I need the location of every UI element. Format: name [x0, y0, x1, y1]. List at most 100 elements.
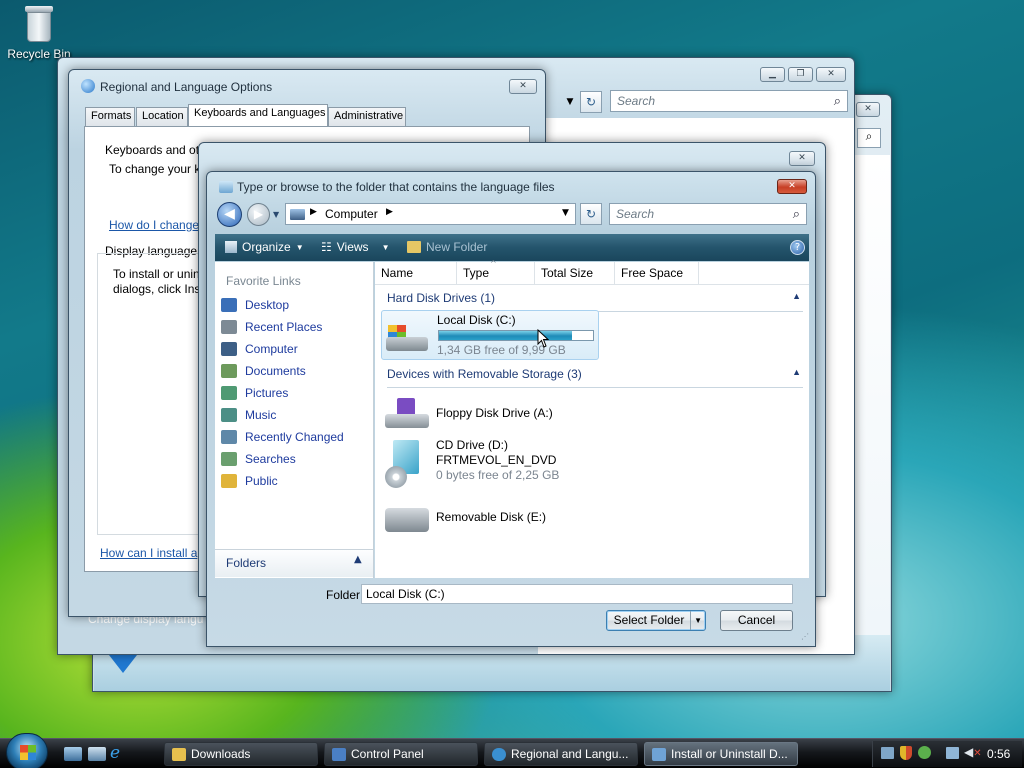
nav-item-music[interactable]: Music [221, 404, 371, 426]
command-bar: Organize ▼ ☷ Views ▼ New Folder ? [215, 234, 809, 261]
select-folder-button[interactable]: Select Folder ▼ [606, 610, 706, 631]
folders-toggle[interactable]: Folders ▲ [215, 549, 373, 577]
drive-local-disk-c[interactable]: Local Disk (C:) 1,34 GB free of 9,99 GB [381, 310, 599, 360]
search-placeholder: Search [616, 207, 655, 221]
globe-icon [492, 748, 506, 761]
show-desktop-icon[interactable] [64, 747, 82, 761]
cancel-button[interactable]: Cancel [720, 610, 793, 631]
nav-item-computer[interactable]: Computer [221, 338, 371, 360]
public-icon [221, 474, 237, 488]
search-input[interactable]: Search ⌕ [609, 203, 807, 225]
globe-icon [81, 79, 95, 93]
collapse-icon[interactable]: ▲ [792, 291, 801, 301]
tab-location[interactable]: Location [136, 107, 188, 126]
recent-pages-icon[interactable]: ▼ [273, 210, 279, 219]
tab-administrative[interactable]: Administrative [328, 107, 406, 126]
taskbar-button-control-panel[interactable]: Control Panel [324, 742, 478, 766]
new-folder-button[interactable]: New Folder [407, 240, 487, 254]
switch-windows-icon[interactable] [88, 747, 106, 761]
recycle-bin-shortcut[interactable]: Recycle Bin [4, 2, 74, 61]
nav-item-documents[interactable]: Documents [221, 360, 371, 382]
refresh-button[interactable]: ↻ [580, 203, 602, 225]
taskbar-button-downloads[interactable]: Downloads [164, 742, 318, 766]
column-header-free-space[interactable]: Free Space [615, 262, 699, 284]
nav-item-searches[interactable]: Searches [221, 448, 371, 470]
drive-removable-e[interactable]: Removable Disk (E:) [381, 496, 601, 538]
folder-icon [172, 748, 186, 761]
address-bar[interactable]: ▶ Computer ▶ ▼ [285, 203, 576, 225]
keyboards-heading: Keyboards and ot [105, 143, 200, 157]
computer-icon [221, 342, 237, 356]
back-button[interactable]: ◀ [217, 202, 242, 227]
disk-usage-fill [439, 331, 573, 340]
taskbar-button-install-uninstall[interactable]: Install or Uninstall D... [644, 742, 798, 766]
sync-tray-icon[interactable] [918, 746, 931, 759]
collapse-icon[interactable]: ▲ [792, 367, 801, 377]
removable-disk-icon [385, 508, 429, 532]
minimize-button[interactable]: ▁ [760, 67, 785, 82]
close-button[interactable]: ✕ [777, 179, 807, 194]
display-text-line1: To install or unin [113, 267, 200, 281]
group-label: Devices with Removable Storage (3) [387, 367, 582, 381]
breadcrumb-computer[interactable]: Computer [325, 207, 378, 221]
drive-cd-d[interactable]: CD Drive (D:) FRTMEVOL_EN_DVD 0 bytes fr… [381, 438, 601, 490]
taskbar-label: Downloads [191, 747, 251, 761]
group-header-removable-storage[interactable]: Devices with Removable Storage (3) ▲ [387, 367, 803, 389]
close-button[interactable]: ✕ [509, 79, 537, 94]
clock[interactable]: 0:56 [987, 747, 1010, 761]
views-menu[interactable]: ☷ Views ▼ [321, 240, 389, 254]
refresh-button[interactable]: ↻ [580, 91, 602, 113]
folder-dialog-icon [219, 181, 233, 193]
nav-label: Desktop [245, 298, 290, 312]
network-tray-icon[interactable] [881, 747, 894, 759]
new-folder-label: New Folder [426, 240, 488, 254]
address-dropdown-icon[interactable]: ▼ [561, 92, 579, 112]
help-icon[interactable]: ? [790, 240, 805, 255]
column-header-name[interactable]: Name [375, 262, 457, 284]
drive-floppy-a[interactable]: Floppy Disk Drive (A:) [381, 390, 601, 436]
nav-label: Computer [245, 342, 298, 356]
column-header-row: Name Type Total Size Free Space [375, 262, 809, 285]
search-button[interactable]: ⌕ [857, 128, 881, 148]
split-dropdown-icon[interactable]: ▼ [690, 611, 702, 630]
nav-item-desktop[interactable]: Desktop [221, 294, 371, 316]
maximize-button[interactable]: ❐ [788, 67, 813, 82]
nav-item-recently-changed[interactable]: Recently Changed [221, 426, 371, 448]
search-icon: ⌕ [792, 206, 800, 221]
breadcrumb-chevron-icon[interactable]: ▶ [386, 207, 393, 217]
nav-item-pictures[interactable]: Pictures [221, 382, 371, 404]
start-button[interactable] [6, 733, 48, 768]
close-button[interactable]: ✕ [816, 67, 846, 82]
chevron-down-icon: ▼ [295, 242, 304, 252]
search-input[interactable]: Search ⌕ [610, 90, 848, 112]
organize-menu[interactable]: Organize ▼ [225, 240, 304, 254]
display-tray-icon[interactable] [946, 747, 959, 759]
address-dropdown-icon[interactable]: ▼ [562, 208, 569, 218]
security-shield-icon[interactable] [900, 746, 912, 760]
internet-explorer-icon[interactable]: e [110, 743, 120, 763]
tab-formats[interactable]: Formats [85, 107, 135, 126]
nav-item-public[interactable]: Public [221, 470, 371, 492]
folder-field[interactable]: Local Disk (C:) [361, 584, 793, 604]
taskbar-label: Install or Uninstall D... [671, 747, 788, 761]
volume-muted-icon[interactable]: ◀✕ [964, 745, 982, 759]
drive-name: Removable Disk (E:) [436, 510, 547, 524]
keyboards-help-link[interactable]: How do I change [109, 218, 199, 232]
tab-keyboards-and-languages[interactable]: Keyboards and Languages [188, 104, 328, 126]
breadcrumb-separator-icon: ▶ [310, 207, 317, 217]
install-help-link[interactable]: How can I install a [100, 546, 197, 560]
install-icon [652, 748, 666, 761]
drive-name: Floppy Disk Drive (A:) [436, 406, 553, 420]
search-placeholder: Search [617, 94, 656, 108]
resize-grip-icon[interactable]: ⋰ [801, 632, 809, 641]
forward-button[interactable]: ▶ [247, 203, 270, 226]
file-list: Name Type Total Size Free Space ^ Hard D… [375, 259, 809, 578]
taskbar-button-regional-options[interactable]: Regional and Langu... [484, 742, 638, 766]
column-header-total-size[interactable]: Total Size [535, 262, 615, 284]
nav-item-recent-places[interactable]: Recent Places [221, 316, 371, 338]
close-button[interactable]: ✕ [789, 151, 815, 166]
close-button[interactable]: ✕ [856, 102, 880, 117]
disk-usage-bar [438, 330, 594, 341]
folders-label: Folders [226, 556, 267, 570]
navigation-pane: Favorite Links Desktop Recent Places Com… [215, 262, 374, 578]
